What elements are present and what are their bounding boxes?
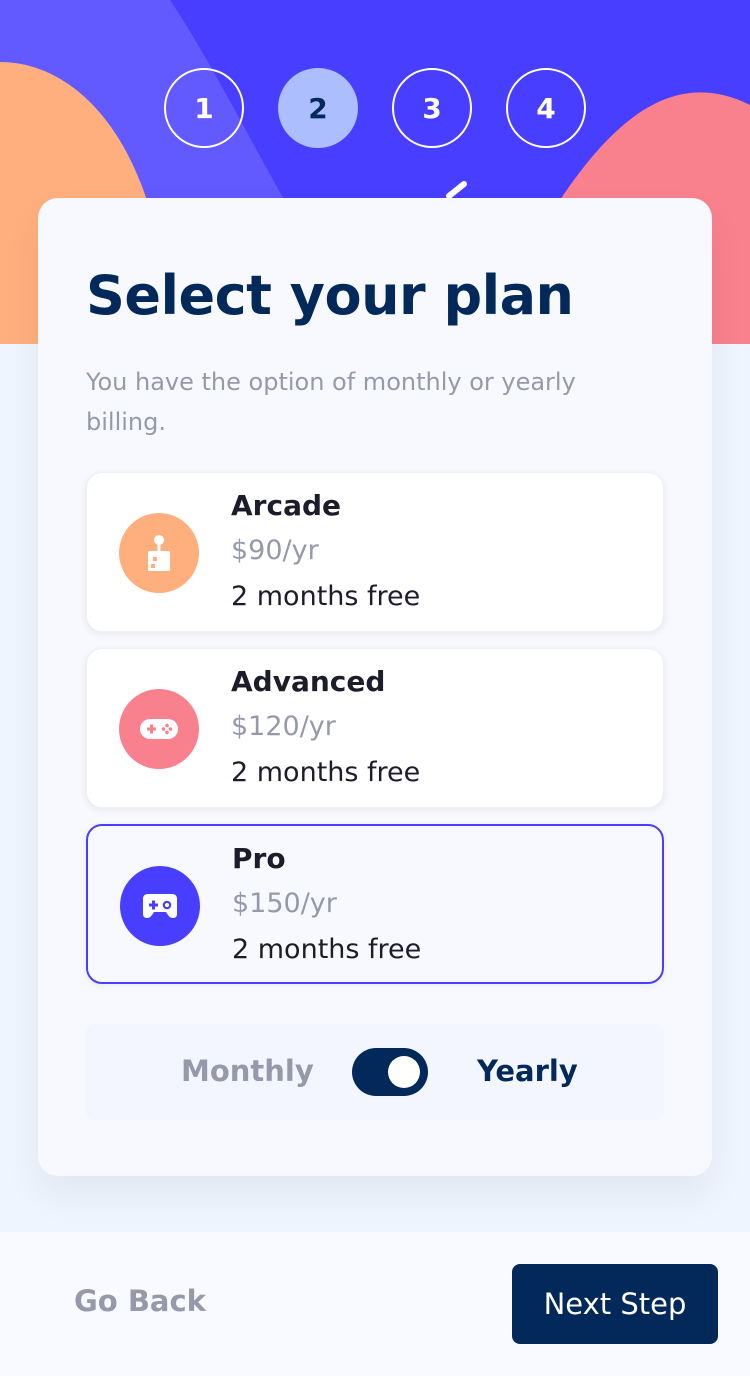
plan-price: $150/yr <box>232 888 337 919</box>
step-3[interactable]: 3 <box>392 68 472 148</box>
page-title: Select your plan <box>86 264 574 327</box>
step-4[interactable]: 4 <box>506 68 586 148</box>
plan-name: Pro <box>232 842 286 875</box>
next-step-button[interactable]: Next Step <box>512 1264 718 1344</box>
plan-form-card: Select your plan You have the option of … <box>38 198 712 1176</box>
step-2[interactable]: 2 <box>278 68 358 148</box>
plan-option-advanced[interactable]: Advanced $120/yr 2 months free <box>86 648 664 808</box>
plan-price: $120/yr <box>231 711 336 742</box>
joystick-icon <box>119 513 199 593</box>
step-indicator: 1 2 3 4 <box>0 68 750 148</box>
plan-option-pro[interactable]: Pro $150/yr 2 months free <box>86 824 664 984</box>
billing-toggle-switch[interactable] <box>352 1048 428 1096</box>
controller-icon <box>120 866 200 946</box>
yearly-label[interactable]: Yearly <box>477 1054 578 1088</box>
billing-toggle-bar: Monthly Yearly <box>86 1024 664 1120</box>
plan-option-arcade[interactable]: Arcade $90/yr 2 months free <box>86 472 664 632</box>
go-back-button[interactable]: Go Back <box>74 1284 206 1318</box>
plan-name: Advanced <box>231 665 386 698</box>
white-stroke-shape <box>446 181 467 199</box>
step-1[interactable]: 1 <box>164 68 244 148</box>
gamepad-icon <box>119 689 199 769</box>
footer-bar: Go Back Next Step <box>0 1232 750 1376</box>
plan-promo: 2 months free <box>232 934 422 965</box>
plan-promo: 2 months free <box>231 757 421 788</box>
plan-price: $90/yr <box>231 535 319 566</box>
plan-promo: 2 months free <box>231 581 421 612</box>
page-subtitle: You have the option of monthly or yearly… <box>86 368 576 436</box>
plan-name: Arcade <box>231 489 342 522</box>
toggle-knob <box>388 1056 420 1088</box>
monthly-label[interactable]: Monthly <box>181 1054 314 1088</box>
